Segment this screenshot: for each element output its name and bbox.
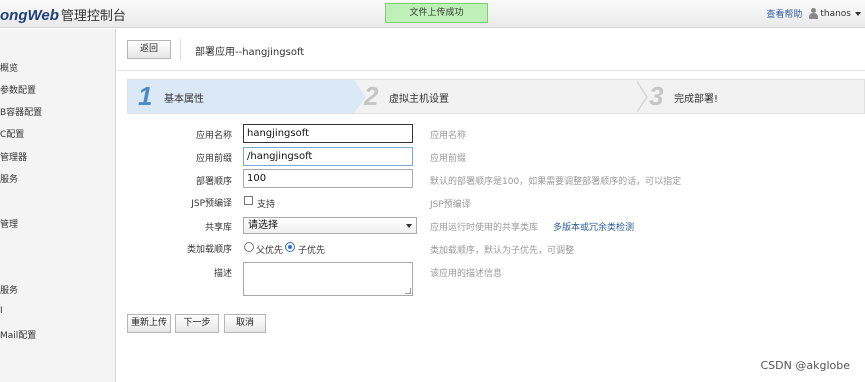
header-divider bbox=[180, 39, 181, 61]
app-name-label: 应用名称 bbox=[195, 131, 232, 141]
shared-lib-hint: 应用运行时使用的共享类库 bbox=[430, 223, 539, 233]
watermark: CSDN @akglobe bbox=[760, 359, 851, 372]
logo-brand: ongWeb bbox=[0, 7, 59, 24]
user-icon bbox=[808, 8, 819, 19]
sidebar-item-manage[interactable]: 管理 bbox=[0, 217, 18, 230]
user-menu[interactable]: thanos bbox=[808, 8, 861, 19]
sidebar-item-c-config[interactable]: C配置 bbox=[0, 127, 24, 140]
jsp-precompile-checkbox[interactable] bbox=[244, 196, 253, 205]
app-prefix-label: 应用前缀 bbox=[195, 154, 232, 164]
app-name-input[interactable]: hangjingsoft bbox=[243, 124, 413, 143]
classload-order-label: 类加载顺序 bbox=[186, 245, 232, 255]
sidebar-item-i[interactable]: I bbox=[0, 306, 3, 316]
app-prefix-input[interactable]: /hangjingsoft bbox=[243, 147, 413, 166]
chevron-down-icon bbox=[855, 11, 861, 16]
help-link[interactable]: 查看帮助 bbox=[766, 7, 802, 20]
cancel-button[interactable]: 取消 bbox=[224, 314, 266, 333]
parent-first-radio[interactable] bbox=[244, 242, 254, 252]
reupload-button[interactable]: 重新上传 bbox=[127, 314, 171, 333]
step-2-number: 2 bbox=[364, 81, 379, 111]
jsp-precompile-label: JSP预编译 bbox=[191, 199, 232, 209]
redundant-class-check-link[interactable]: 多版本或冗余类检测 bbox=[553, 220, 634, 233]
page-header: 返回 部署应用--hangjingsoft bbox=[117, 29, 865, 71]
parent-first-label: 父优先 bbox=[256, 246, 284, 256]
top-links: 查看帮助 thanos bbox=[766, 7, 861, 20]
shared-lib-select[interactable]: 请选择 bbox=[243, 217, 417, 234]
upload-success-toast: 文件上传成功 bbox=[385, 3, 488, 23]
app-prefix-hint: 应用前缀 bbox=[430, 154, 467, 164]
shared-lib-value: 请选择 bbox=[248, 220, 278, 231]
step-3-label[interactable]: 完成部署! bbox=[674, 90, 718, 105]
child-first-label: 子优先 bbox=[298, 246, 326, 256]
logo: ongWeb 管理控制台 bbox=[0, 5, 126, 24]
jsp-precompile-option: 支持 bbox=[257, 200, 276, 210]
step-1-number: 1 bbox=[138, 81, 153, 111]
description-label: 描述 bbox=[213, 269, 232, 279]
step-2-label[interactable]: 虚拟主机设置 bbox=[389, 90, 449, 105]
back-button[interactable]: 返回 bbox=[127, 40, 171, 59]
sidebar-item-manager[interactable]: 管理器 bbox=[0, 150, 27, 163]
sidebar: 概览 参数配置 B容器配置 C配置 管理器 服务 管理 服务 I Mail配置 bbox=[0, 29, 116, 382]
deploy-order-input[interactable]: 100 bbox=[243, 169, 413, 188]
description-textarea[interactable] bbox=[243, 262, 413, 296]
shared-lib-label: 共享库 bbox=[204, 223, 232, 233]
step-separator bbox=[636, 80, 648, 113]
breadcrumb: 部署应用--hangjingsoft bbox=[195, 47, 305, 58]
deploy-order-label: 部署顺序 bbox=[195, 177, 232, 187]
step-basic-properties[interactable] bbox=[128, 80, 354, 113]
deploy-order-hint: 默认的部署顺序是100，如果需要调整部署顺序的话，可以指定 bbox=[430, 177, 682, 187]
child-first-radio[interactable] bbox=[285, 242, 295, 252]
sidebar-item-service[interactable]: 服务 bbox=[0, 172, 18, 185]
sidebar-item-mail[interactable]: Mail配置 bbox=[0, 328, 36, 341]
description-hint: 该应用的描述信息 bbox=[430, 269, 503, 279]
resize-handle-icon[interactable] bbox=[405, 288, 411, 294]
username: thanos bbox=[820, 8, 851, 19]
sidebar-item-service-2[interactable]: 服务 bbox=[0, 283, 18, 296]
app-name-hint: 应用名称 bbox=[430, 131, 467, 141]
sidebar-item-container[interactable]: B容器配置 bbox=[0, 105, 42, 118]
app-title: 管理控制台 bbox=[60, 9, 126, 24]
sidebar-item-overview[interactable]: 概览 bbox=[0, 61, 18, 74]
step-1-label: 基本属性 bbox=[164, 94, 204, 105]
chevron-down-icon bbox=[406, 224, 412, 228]
jsp-precompile-hint: JSP预编译 bbox=[430, 200, 471, 210]
top-bar: ongWeb 管理控制台 文件上传成功 查看帮助 thanos bbox=[0, 0, 865, 28]
wizard-steps: 1 基本属性 2 虚拟主机设置 3 完成部署! bbox=[127, 79, 865, 114]
next-button[interactable]: 下一步 bbox=[175, 314, 219, 333]
sidebar-item-params[interactable]: 参数配置 bbox=[0, 83, 36, 96]
step-3-number: 3 bbox=[649, 81, 664, 111]
classload-order-hint: 类加载顺序，默认为子优先，可调整 bbox=[430, 246, 575, 256]
